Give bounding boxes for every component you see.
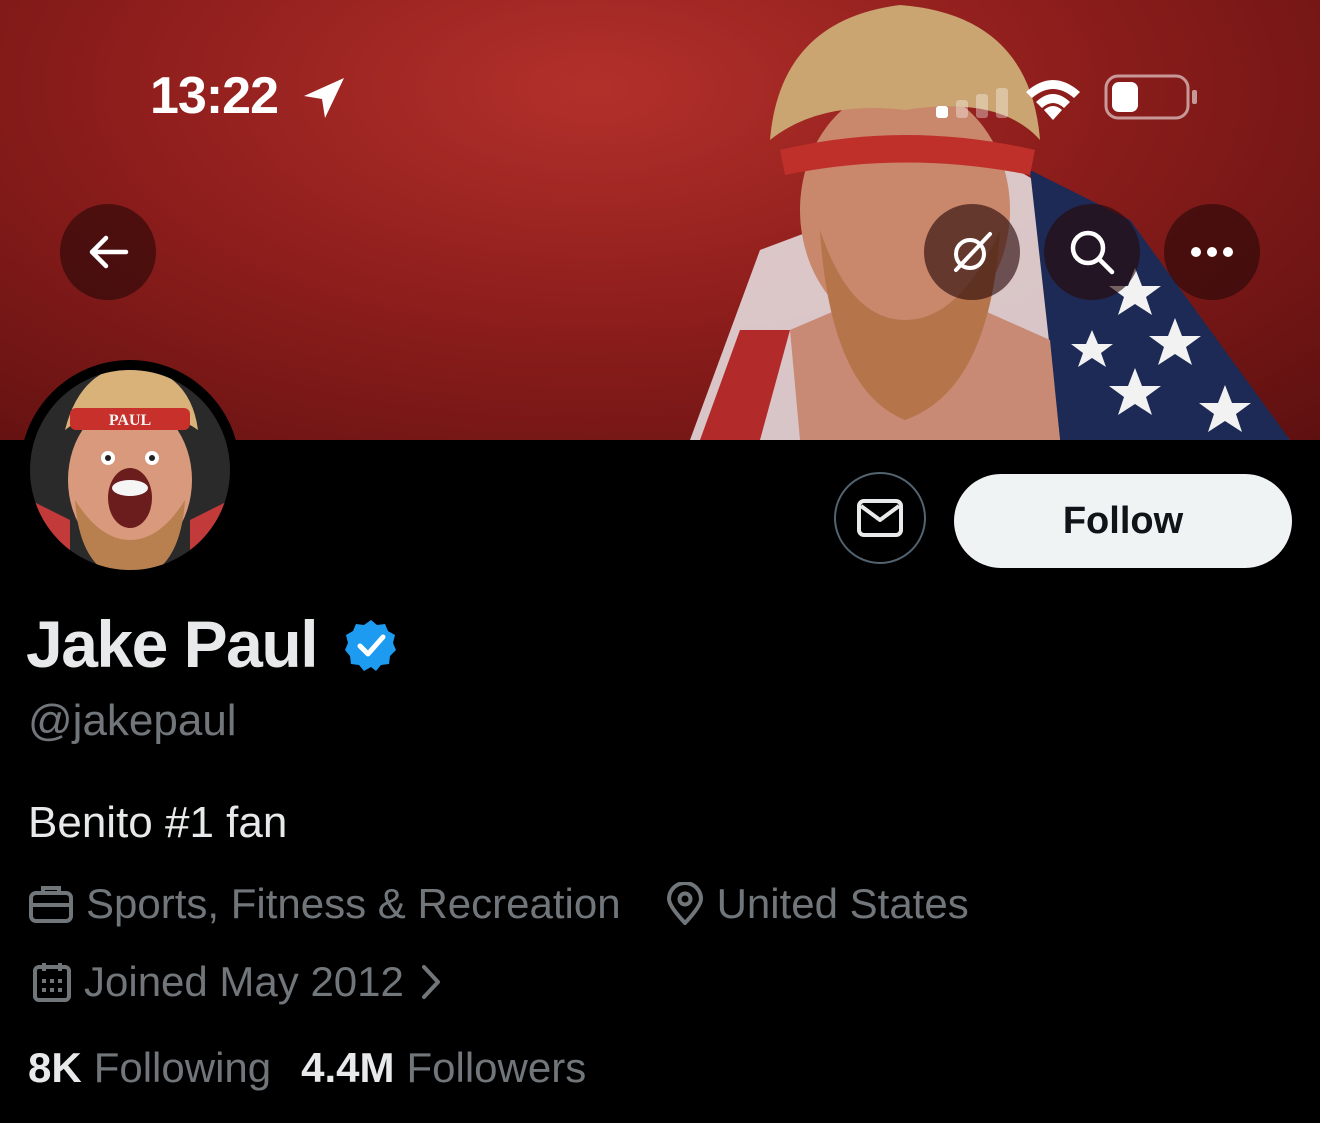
location-pin-icon: [665, 882, 705, 926]
battery-icon: [1104, 74, 1197, 120]
profile-name: Jake Paul: [26, 607, 319, 681]
followers-count: 4.4M: [301, 1044, 395, 1091]
cellular-signal-icon: [936, 88, 1008, 118]
followers-link[interactable]: 4.4M Followers: [301, 1044, 586, 1092]
avatar-photo: PAUL: [30, 370, 230, 570]
calendar-icon: [32, 961, 72, 1003]
avatar[interactable]: PAUL: [20, 360, 240, 580]
search-icon: [1070, 230, 1115, 275]
more-button[interactable]: [1164, 204, 1260, 300]
verified-badge-icon[interactable]: [344, 618, 398, 672]
chevron-right-icon: [420, 963, 442, 1001]
grok-icon: [954, 232, 992, 272]
following-count: 8K: [28, 1044, 82, 1091]
following-label: Following: [93, 1044, 272, 1091]
profile-bio: Benito #1 fan: [28, 798, 288, 847]
briefcase-icon: [28, 884, 74, 924]
location-arrow-icon: [304, 78, 344, 118]
back-button[interactable]: [60, 204, 156, 300]
wifi-icon: [1026, 80, 1080, 120]
message-button[interactable]: [834, 472, 926, 564]
follow-stats: 8K Following 4.4M Followers: [28, 1044, 616, 1092]
profile-location: United States: [716, 880, 969, 927]
profile-category: Sports, Fitness & Recreation: [86, 880, 621, 927]
joined-row[interactable]: Joined May 2012: [32, 958, 454, 1006]
grok-button[interactable]: [924, 204, 1020, 300]
more-icon: [1191, 247, 1233, 257]
status-time: 13:22: [150, 67, 279, 125]
followers-label: Followers: [406, 1044, 587, 1091]
search-button[interactable]: [1044, 204, 1140, 300]
profile-joined: Joined May 2012: [84, 958, 404, 1005]
follow-button[interactable]: Follow: [954, 474, 1292, 568]
avatar-headband-text: PAUL: [109, 412, 151, 429]
profile-meta-row: Sports, Fitness & Recreation United Stat…: [28, 880, 969, 928]
profile-handle: @jakepaul: [28, 696, 237, 745]
following-link[interactable]: 8K Following: [28, 1044, 271, 1092]
envelope-icon: [857, 499, 903, 537]
arrow-left-icon: [89, 235, 129, 269]
